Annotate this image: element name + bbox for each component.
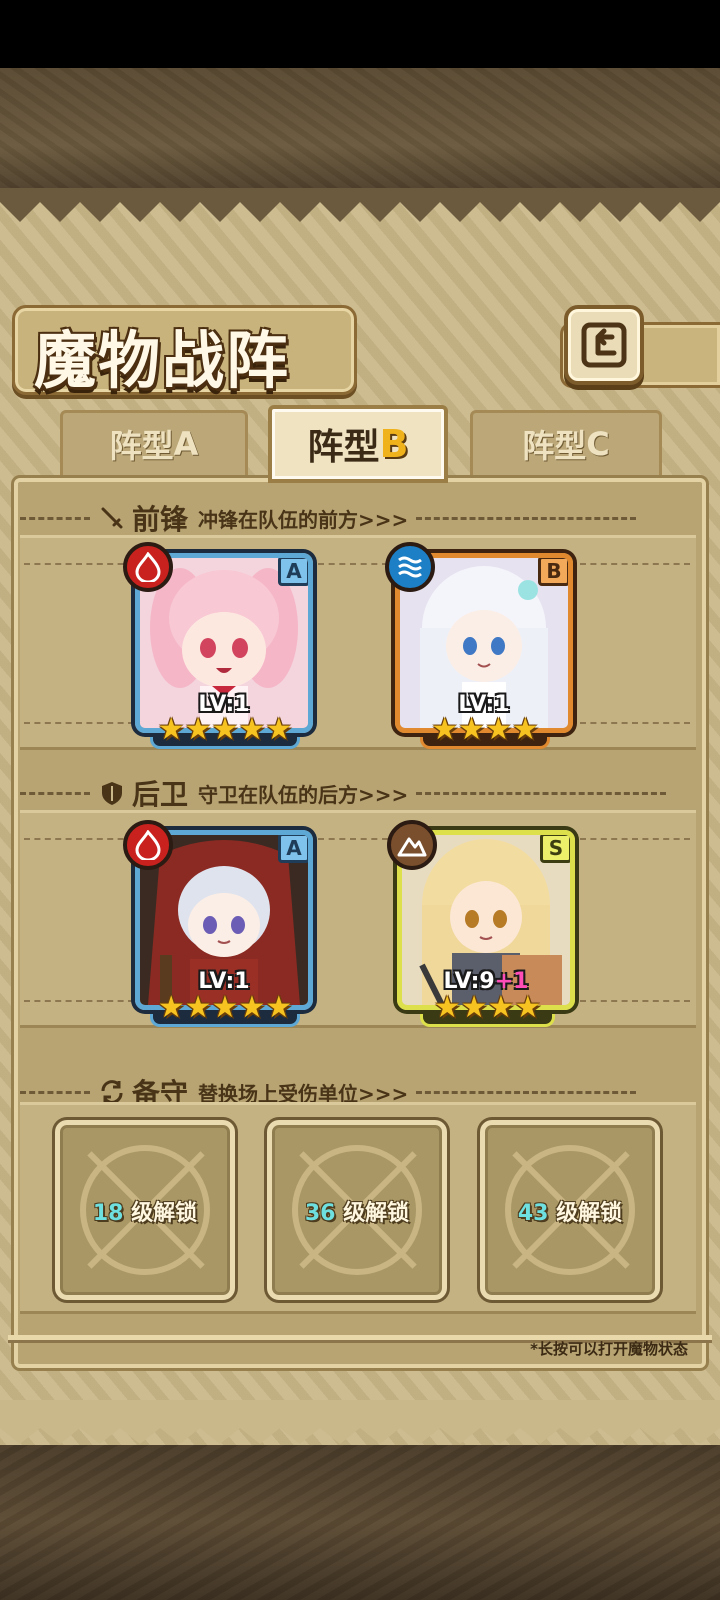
star-icon: ★ (184, 990, 212, 1025)
dashed-line (416, 1090, 637, 1094)
earth-icon (387, 820, 437, 870)
tab-formation-b[interactable]: 阵型 B (268, 405, 448, 483)
rank-badge: B (538, 558, 568, 586)
tab-letter: A (173, 425, 199, 463)
star-icon: ★ (238, 712, 266, 747)
page-title: 魔物战阵 (34, 324, 291, 397)
unlock-label: 18 级解锁 (60, 1195, 230, 1227)
map-background-bottom (0, 1445, 720, 1600)
star-icon: ★ (211, 990, 239, 1025)
rank-badge: A (278, 558, 308, 586)
panel-top-edge (0, 188, 720, 222)
fire-icon (123, 542, 173, 592)
star-icon: ★ (460, 990, 488, 1025)
dashed-line (24, 1000, 134, 1002)
front-row (20, 535, 696, 750)
star-icon: ★ (211, 712, 239, 747)
dashed-line (318, 838, 388, 840)
tab-letter: C (586, 425, 610, 463)
tab-label: 阵型 (109, 427, 174, 465)
dashed-line (20, 516, 90, 520)
section-front-header: 前锋 冲锋在队伍的前方>>> (20, 497, 700, 539)
map-background-top (0, 68, 720, 198)
dashed-line (20, 791, 90, 795)
rank-badge: A (278, 835, 308, 863)
star-icon: ★ (511, 712, 539, 747)
dashed-line (580, 1000, 690, 1002)
dashed-line (24, 838, 134, 840)
unlock-text: 级解锁 (343, 1201, 410, 1226)
star-icon: ★ (487, 990, 515, 1025)
rank-badge: S (540, 835, 570, 863)
unlock-label: 36 级解锁 (272, 1195, 442, 1227)
shield-icon (98, 779, 126, 807)
dashed-line (416, 791, 667, 795)
unlock-level: 43 (517, 1201, 549, 1226)
sword-icon (98, 504, 126, 532)
dashed-line (580, 838, 690, 840)
section-subtitle: 守卫在队伍的后方>>> (198, 782, 409, 807)
star-icon: ★ (157, 990, 185, 1025)
unlock-label: 43 级解锁 (485, 1195, 655, 1227)
unlock-text: 级解锁 (556, 1201, 623, 1226)
reserve-slot-1[interactable]: 18 级解锁 (55, 1120, 235, 1300)
unlock-level: 36 (304, 1201, 336, 1226)
tab-letter: B (379, 422, 409, 466)
star-icon: ★ (184, 712, 212, 747)
return-arrow-icon (581, 322, 627, 368)
star-rating: ★ ★ ★ ★ (420, 990, 555, 1026)
dashed-line (24, 563, 134, 565)
section-subtitle: 冲锋在队伍的前方>>> (198, 507, 409, 532)
star-rating: ★ ★ ★ ★ ★ (150, 712, 300, 748)
star-icon: ★ (157, 712, 185, 747)
dashed-line (318, 563, 388, 565)
reserve-slot-2[interactable]: 36 级解锁 (267, 1120, 447, 1300)
tab-formation-a[interactable]: 阵型 A (60, 410, 248, 478)
tab-label: 阵型 (522, 427, 587, 465)
back-row (20, 810, 696, 1028)
section-title: 前锋 (132, 503, 189, 536)
unlock-level: 18 (92, 1201, 124, 1226)
reserve-slot-3[interactable]: 43 级解锁 (480, 1120, 660, 1300)
tab-formation-c[interactable]: 阵型 C (470, 410, 662, 478)
content-bottom-border (8, 1320, 712, 1340)
star-icon: ★ (431, 712, 459, 747)
star-rating: ★ ★ ★ ★ ★ (150, 990, 300, 1026)
star-icon: ★ (514, 990, 542, 1025)
section-back-header: 后卫 守卫在队伍的后方>>> (20, 772, 700, 814)
water-icon (385, 542, 435, 592)
back-button[interactable] (564, 305, 644, 385)
unlock-text: 级解锁 (131, 1201, 198, 1226)
dashed-line (580, 722, 690, 724)
panel-bottom-edge (0, 1400, 720, 1444)
star-icon: ★ (265, 990, 293, 1025)
star-icon: ★ (265, 712, 293, 747)
long-press-hint: *长按可以打开魔物状态 (530, 1340, 688, 1358)
star-icon: ★ (433, 990, 461, 1025)
tab-label: 阵型 (307, 427, 380, 468)
fire-icon (123, 820, 173, 870)
star-rating: ★ ★ ★ ★ (420, 712, 550, 748)
dashed-line (24, 722, 134, 724)
dashed-line (416, 516, 637, 520)
star-icon: ★ (238, 990, 266, 1025)
dashed-line (20, 1090, 90, 1094)
star-icon: ★ (485, 712, 512, 747)
star-icon: ★ (458, 712, 485, 747)
dashed-line (580, 563, 690, 565)
section-title: 后卫 (132, 778, 189, 811)
